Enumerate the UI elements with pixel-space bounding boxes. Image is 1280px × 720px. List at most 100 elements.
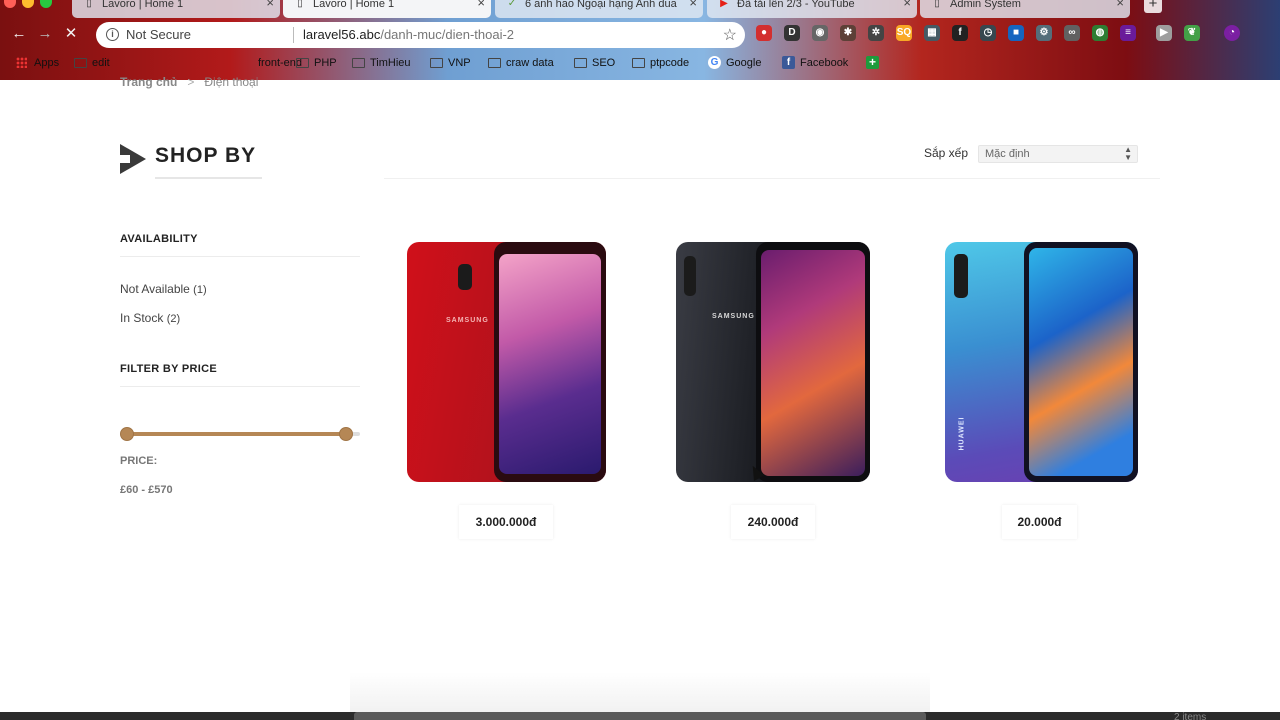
f-extension-icon[interactable]: f: [952, 25, 968, 41]
google-icon: G: [708, 56, 721, 69]
tab-lavoro-2[interactable]: ▯ Lavoro | Home 1 ×: [283, 0, 491, 18]
close-icon[interactable]: ×: [903, 0, 911, 9]
page-icon: ▯: [934, 0, 940, 9]
settings-extension-icon[interactable]: ✲: [868, 25, 884, 41]
page-content: Trang chủ > Điện thoại SHOP BY Sắp xếp Mặc…: [0, 75, 1280, 712]
breadcrumb-current: Điện thoại: [204, 75, 259, 89]
shop-by-title: SHOP BY: [155, 144, 257, 167]
play-extension-icon[interactable]: ▶: [1156, 25, 1172, 41]
sq-extension-icon[interactable]: SQ: [896, 25, 912, 41]
maximize-window-button[interactable]: [40, 0, 52, 8]
gear-extension-icon[interactable]: ⚙: [1036, 25, 1052, 41]
folder-icon: [296, 58, 309, 68]
close-icon[interactable]: ×: [266, 0, 274, 9]
bookmark-ptpcode[interactable]: ptpcode: [632, 55, 689, 71]
square-extension-icon[interactable]: ■: [1008, 25, 1024, 41]
address-bar[interactable]: i Not Secure laravel56.abc/danh-muc/dien…: [96, 22, 745, 48]
url-host: laravel56.abc: [303, 27, 381, 42]
availability-count: (2): [166, 313, 181, 325]
folder-icon: [632, 58, 645, 68]
product-card[interactable]: SAMSUNG 3.000.000đ: [402, 240, 612, 539]
folder-icon: [488, 58, 501, 68]
availability-not-available[interactable]: Not Available (1): [120, 282, 207, 296]
profile-avatar-icon[interactable]: ◔: [1224, 25, 1240, 41]
close-icon[interactable]: ×: [689, 0, 697, 9]
tab-title: Lavoro | Home 1: [313, 0, 395, 10]
bookmark-front-end[interactable]: front-end: [240, 55, 302, 71]
camera-module: [458, 264, 472, 290]
availability-label: Not Available: [120, 282, 190, 296]
bookmark-seo[interactable]: SEO: [574, 55, 615, 71]
phone-screen: [1029, 248, 1133, 476]
slider-min-handle[interactable]: [120, 427, 135, 441]
select-arrows-icon: ▲ ▼: [1124, 145, 1132, 162]
price-range-slider[interactable]: [120, 426, 360, 442]
bookmark-craw-data[interactable]: craw data: [488, 55, 554, 71]
url-path: /danh-muc/dien-thoai-2: [380, 27, 515, 42]
globe-extension-icon[interactable]: ◍: [1092, 25, 1108, 41]
phone-screen: [761, 250, 865, 476]
sort-select[interactable]: Mặc định ▲ ▼: [978, 145, 1138, 163]
bookmark-vnp[interactable]: VNP: [430, 55, 471, 71]
tab-admin[interactable]: ▯ Admin System ×: [920, 0, 1130, 18]
page-icon: ▯: [86, 0, 92, 9]
youtube-icon: ▶: [720, 0, 728, 9]
brand-text: SAMSUNG: [446, 317, 489, 324]
folder-icon: [352, 58, 365, 68]
bookmark-extra[interactable]: +: [866, 55, 884, 71]
camera-module: [954, 254, 968, 298]
phone-screen: [499, 254, 601, 474]
price-label: PRICE:: [120, 455, 158, 467]
browser-toolbar: ← → ✕ i Not Secure laravel56.abc/danh-mu…: [0, 19, 1280, 50]
bookmark-php[interactable]: PHP: [296, 55, 337, 71]
product-card[interactable]: SAMSUNG 240.000đ: [670, 240, 880, 539]
url-text: laravel56.abc/danh-muc/dien-thoai-2: [303, 27, 514, 42]
close-icon[interactable]: ×: [1116, 0, 1124, 9]
tab-youtube[interactable]: ▶ Đã tải lên 2/3 - YouTube ×: [707, 0, 917, 18]
product-card[interactable]: HUAWEI 20.000đ: [940, 240, 1150, 539]
clock-extension-icon[interactable]: ◷: [980, 25, 996, 41]
bookmark-edit[interactable]: edit: [74, 55, 110, 71]
tab-title: 6 anh hao Ngoại hạng Anh dua: [525, 0, 677, 10]
back-arrow-icon[interactable]: ←: [8, 23, 30, 45]
link-extension-icon[interactable]: ∞: [1064, 25, 1080, 41]
leaf-extension-icon[interactable]: ❦: [1184, 25, 1200, 41]
info-icon[interactable]: i: [106, 28, 119, 41]
sort-label: Sắp xếp: [924, 146, 969, 160]
bookmark-timhieu[interactable]: TimHieu: [352, 55, 411, 71]
tab-lavoro-1[interactable]: ▯ Lavoro | Home 1 ×: [72, 0, 280, 18]
bookmark-apps[interactable]: Apps: [16, 55, 59, 71]
breadcrumb: Trang chủ > Điện thoại: [120, 75, 258, 89]
breadcrumb-home[interactable]: Trang chủ: [120, 75, 177, 89]
price-tag: 20.000đ: [1002, 505, 1077, 539]
camera-module: [684, 256, 696, 296]
slider-max-handle[interactable]: [338, 427, 353, 441]
close-icon[interactable]: ×: [477, 0, 485, 9]
tab-news[interactable]: ✓ 6 anh hao Ngoại hạng Anh dua ×: [495, 0, 703, 18]
availability-count: (1): [193, 284, 207, 296]
toolbar-divider: [384, 178, 1160, 179]
facebook-icon: f: [782, 56, 795, 69]
minimize-window-button[interactable]: [22, 0, 34, 8]
stop-loading-icon[interactable]: ✕: [60, 23, 82, 45]
availability-heading: AVAILABILITY: [120, 233, 198, 245]
camera-extension-icon[interactable]: ◉: [812, 25, 828, 41]
plus-icon: +: [866, 56, 879, 69]
new-tab-button[interactable]: +: [1144, 0, 1162, 13]
grid-extension-icon[interactable]: ▦: [924, 25, 940, 41]
bookmark-google[interactable]: G Google: [708, 55, 761, 71]
breadcrumb-separator: >: [187, 75, 195, 89]
availability-in-stock[interactable]: In Stock (2): [120, 311, 180, 325]
tab-strip: ▯ Lavoro | Home 1 × ▯ Lavoro | Home 1 × …: [0, 0, 1280, 18]
forward-arrow-icon[interactable]: →: [34, 23, 56, 45]
bookmark-star-icon[interactable]: ☆: [723, 25, 737, 45]
close-window-button[interactable]: [4, 0, 16, 8]
bug-extension-icon[interactable]: ✱: [840, 25, 856, 41]
tab-title: Đã tải lên 2/3 - YouTube: [737, 0, 855, 10]
address-separator: [293, 27, 294, 43]
d-extension-icon[interactable]: D: [784, 25, 800, 41]
bookmarks-bar: Apps edit front-end PHP TimHieu VNP craw…: [0, 52, 1280, 74]
adblock-icon[interactable]: ●: [756, 25, 772, 41]
menu-extension-icon[interactable]: ≡: [1120, 25, 1136, 41]
bookmark-facebook[interactable]: f Facebook: [782, 55, 848, 71]
